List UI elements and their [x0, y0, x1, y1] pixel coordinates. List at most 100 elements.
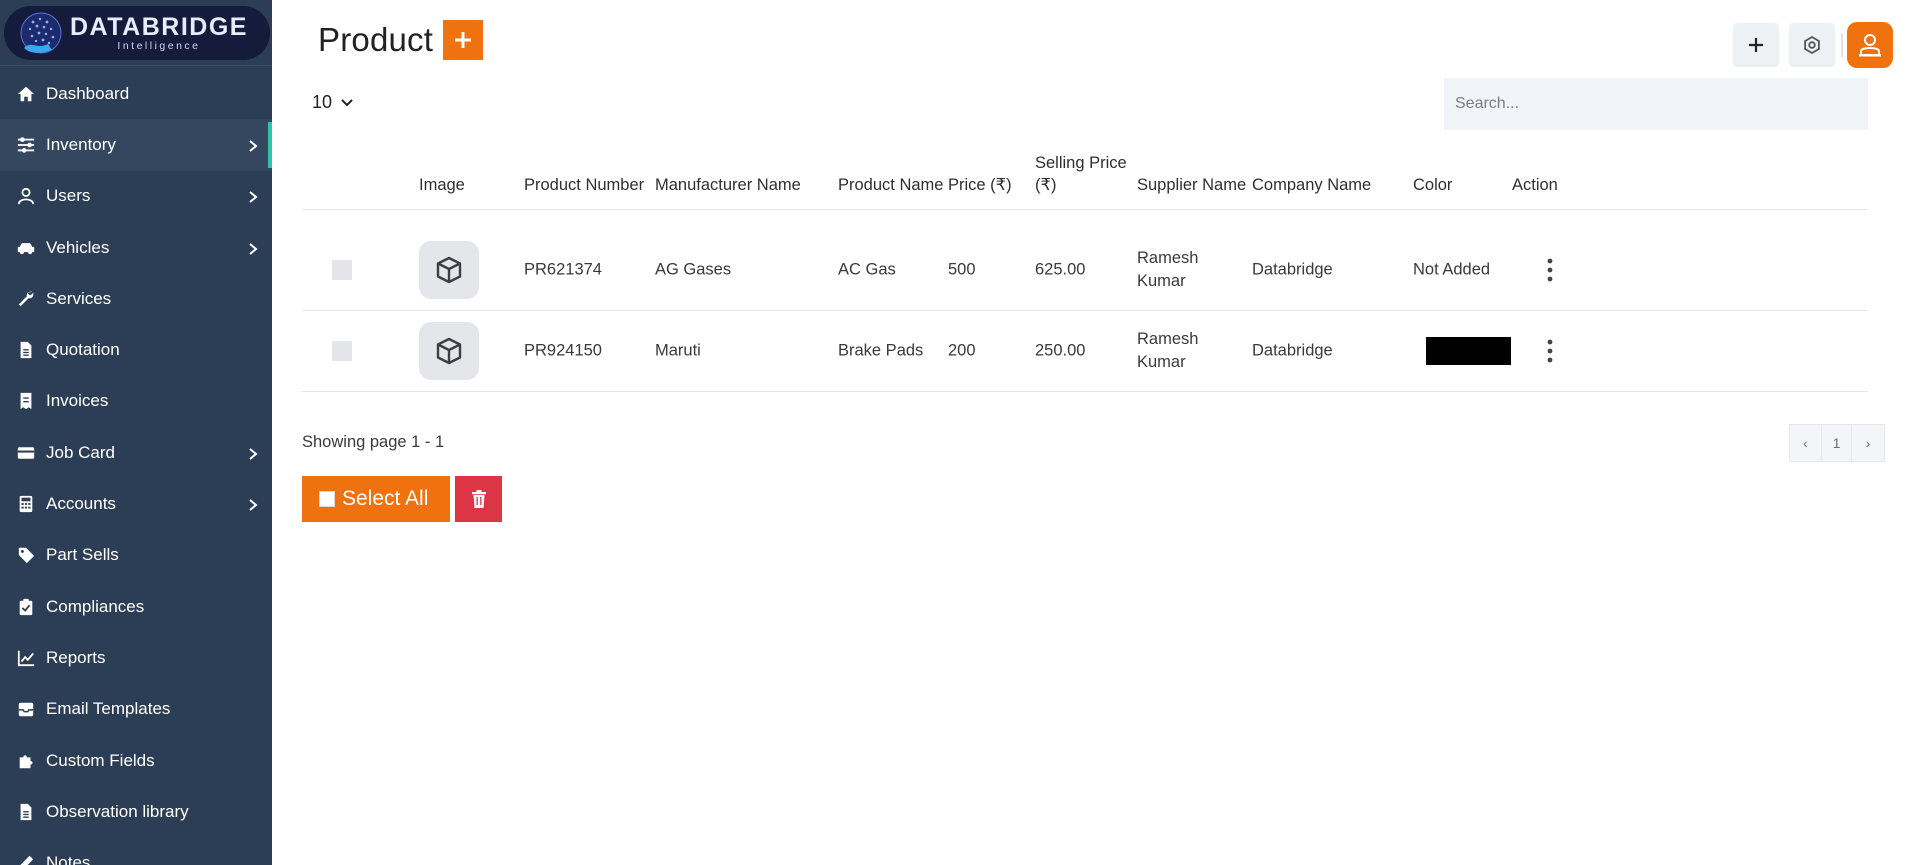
chevron-down-icon [341, 98, 353, 106]
file-icon [16, 802, 36, 822]
column-header-manufacturer[interactable]: Manufacturer Name [655, 174, 801, 196]
pen-icon [16, 853, 36, 865]
row-actions-button[interactable] [1542, 337, 1558, 365]
sidebar-item-vehicles[interactable]: Vehicles [0, 222, 272, 273]
plus-icon [455, 32, 472, 48]
sidebar-item-inventory[interactable]: Inventory [0, 119, 272, 171]
column-header-product-number[interactable]: Product Number [524, 174, 644, 196]
gear-icon [1804, 35, 1820, 55]
sidebar-item-label: Notes [46, 853, 91, 865]
main-content: Product 10 Image Product Number Manufact… [272, 0, 1919, 865]
next-page-button[interactable]: › [1852, 424, 1885, 462]
sidebar-item-email-templates[interactable]: Email Templates [0, 684, 272, 735]
chart-line-icon [16, 648, 36, 668]
table-row: PR621374 AG Gases AC Gas 500 625.00 Rame… [302, 230, 1868, 311]
cell-price: 200 [948, 341, 976, 360]
sliders-icon [16, 135, 36, 155]
sidebar-item-label: Invoices [46, 391, 109, 411]
column-header-supplier[interactable]: Supplier Name [1137, 174, 1246, 196]
kebab-menu-icon [1547, 258, 1553, 282]
sidebar-item-notes[interactable]: Notes [0, 837, 272, 865]
products-table: Image Product Number Manufacturer Name P… [302, 150, 1868, 392]
logo-area: DATABRIDGE Intelligence [0, 0, 272, 66]
sidebar-item-label: Job Card [46, 442, 115, 462]
toolbar-divider [1841, 33, 1843, 57]
cell-product-number: PR621374 [524, 260, 602, 279]
sidebar-item-part-sells[interactable]: Part Sells [0, 530, 272, 581]
chevron-right-icon [248, 138, 260, 152]
cell-supplier: Ramesh Kumar [1137, 328, 1198, 374]
sidebar-item-invoices[interactable]: Invoices [0, 376, 272, 427]
tag-icon [16, 545, 36, 565]
plus-icon [1749, 38, 1763, 52]
user-avatar[interactable] [1847, 22, 1893, 68]
sidebar-item-quotation[interactable]: Quotation [0, 324, 272, 375]
prev-page-button[interactable]: ‹ [1789, 424, 1822, 462]
sidebar-item-reports[interactable]: Reports [0, 632, 272, 683]
sidebar-item-label: Part Sells [46, 545, 119, 565]
color-swatch [1426, 337, 1511, 365]
sidebar-item-observation-library[interactable]: Observation library [0, 786, 272, 837]
receipt-icon [16, 391, 36, 411]
sidebar-item-users[interactable]: Users [0, 171, 272, 222]
supplier-last-name: Kumar [1137, 272, 1186, 290]
sidebar-item-label: Users [46, 186, 91, 206]
delete-selected-button[interactable] [455, 476, 502, 522]
entries-per-page-select[interactable]: 10 [312, 92, 354, 113]
row-checkbox[interactable] [332, 341, 352, 361]
sidebar-item-custom-fields[interactable]: Custom Fields [0, 735, 272, 786]
sidebar-item-label: Email Templates [46, 699, 171, 719]
column-header-company[interactable]: Company Name [1252, 174, 1371, 196]
add-product-button[interactable] [443, 20, 484, 60]
brand-logo[interactable]: DATABRIDGE Intelligence [4, 5, 270, 60]
sidebar-item-label: Inventory [46, 134, 116, 154]
search-input[interactable] [1444, 78, 1868, 130]
per-page-value: 10 [312, 92, 333, 112]
puzzle-icon [16, 751, 36, 771]
page-1-button[interactable]: 1 [1822, 424, 1852, 462]
card-icon [16, 443, 36, 463]
sidebar-item-label: Vehicles [46, 237, 110, 257]
settings-button[interactable] [1789, 23, 1835, 67]
home-icon [16, 84, 36, 104]
product-image [419, 241, 479, 299]
sidebar-item-compliances[interactable]: Compliances [0, 581, 272, 632]
column-header-action: Action [1512, 176, 1558, 194]
sidebar-item-services[interactable]: Services [0, 273, 272, 324]
supplier-first-name: Ramesh [1137, 330, 1199, 348]
column-header-image[interactable]: Image [419, 174, 465, 196]
cell-product-name: AC Gas [838, 260, 896, 279]
sidebar-item-dashboard[interactable]: Dashboard [0, 68, 272, 119]
sidebar-item-label: Compliances [46, 596, 145, 616]
selling-price-line-2: (₹) [1035, 176, 1057, 194]
cell-manufacturer: AG Gases [655, 260, 732, 279]
table-header: Image Product Number Manufacturer Name P… [302, 150, 1868, 210]
select-all-checkbox [319, 491, 335, 507]
column-header-selling-price[interactable]: Selling Price (₹) [1035, 152, 1127, 196]
column-header-price[interactable]: Price (₹) [948, 174, 1012, 196]
sidebar-nav: Dashboard Inventory Users Vehicles Servi… [0, 68, 272, 865]
quick-add-button[interactable] [1733, 23, 1779, 67]
cell-manufacturer: Maruti [655, 341, 701, 360]
inbox-icon [16, 699, 36, 719]
car-icon [16, 238, 36, 258]
sidebar-item-label: Custom Fields [46, 750, 155, 770]
brand-logo-icon [18, 10, 64, 56]
page-header: Product [318, 20, 484, 60]
brand-title: DATABRIDGE [70, 13, 248, 41]
select-all-button[interactable]: Select All [302, 476, 450, 522]
page-title: Product [318, 21, 434, 58]
sidebar-item-accounts[interactable]: Accounts [0, 478, 272, 529]
sidebar-item-label: Accounts [46, 494, 116, 514]
cell-product-name: Brake Pads [838, 341, 924, 360]
cell-selling-price: 625.00 [1035, 260, 1086, 279]
product-image [419, 322, 479, 380]
row-checkbox[interactable] [332, 260, 352, 280]
column-header-product-name[interactable]: Product Name [838, 174, 943, 196]
selling-price-line-1: Selling Price [1035, 154, 1127, 172]
cell-company: Databridge [1252, 341, 1333, 360]
column-header-color[interactable]: Color [1413, 174, 1452, 196]
table-spacer [302, 210, 1868, 230]
sidebar-item-job-card[interactable]: Job Card [0, 427, 272, 478]
row-actions-button[interactable] [1542, 256, 1558, 284]
